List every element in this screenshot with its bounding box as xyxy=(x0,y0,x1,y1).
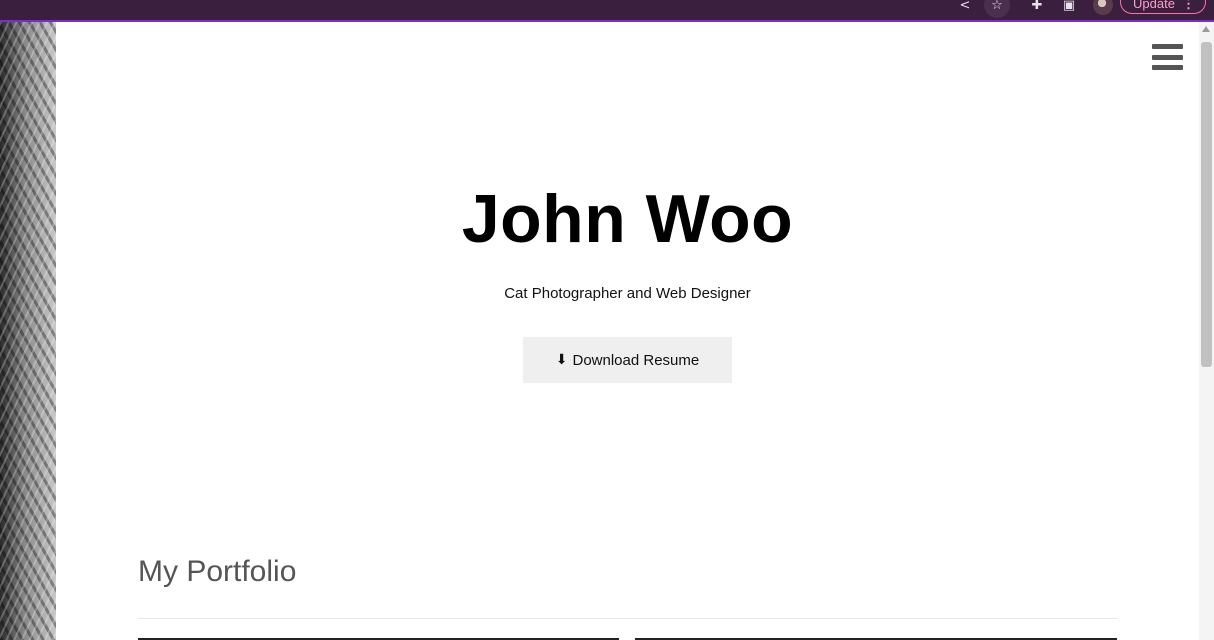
browser-toolbar: < ☆ ✚ ▣ Update ⋮ xyxy=(0,0,1214,22)
star-icon[interactable]: ☆ xyxy=(984,0,1010,18)
download-resume-button[interactable]: ⬇ Download Resume xyxy=(523,337,732,383)
hero-subtitle: Cat Photographer and Web Designer xyxy=(504,285,751,302)
side-panel-icon[interactable]: ▣ xyxy=(1056,0,1082,18)
page-scrollbar[interactable] xyxy=(1199,22,1214,640)
update-label: Update xyxy=(1133,0,1175,11)
page-content: John Woo Cat Photographer and Web Design… xyxy=(56,22,1199,640)
download-resume-label: Download Resume xyxy=(572,351,700,369)
extensions-icon[interactable]: ✚ xyxy=(1024,0,1050,18)
share-icon[interactable]: < xyxy=(952,0,978,18)
update-button[interactable]: Update ⋮ xyxy=(1120,0,1206,14)
scrollbar-thumb[interactable] xyxy=(1201,42,1212,367)
background-photo xyxy=(0,22,56,640)
portfolio-heading: My Portfolio xyxy=(138,555,297,588)
download-icon: ⬇ xyxy=(555,352,568,368)
section-divider xyxy=(138,618,1117,619)
profile-avatar-icon[interactable] xyxy=(1090,0,1116,18)
hamburger-menu-icon[interactable] xyxy=(1152,44,1183,70)
hero-title: John Woo xyxy=(461,181,794,257)
more-menu-icon[interactable]: ⋮ xyxy=(1182,0,1195,17)
scroll-up-icon[interactable] xyxy=(1202,26,1210,32)
